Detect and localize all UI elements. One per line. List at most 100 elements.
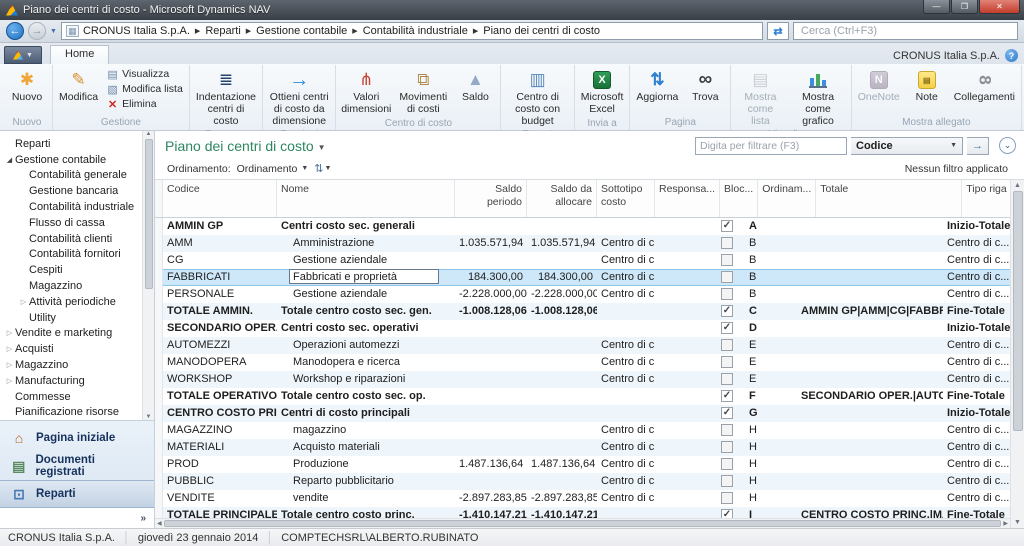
row-selector[interactable] [155,439,163,456]
sidebar-item-pianificazione-risorse[interactable]: Pianificazione risorse [0,405,140,420]
ribbon-button-microsoft-excel[interactable]: XMicrosoft Excel [578,66,627,118]
row-selector[interactable] [155,456,163,473]
scrollbar-thumb[interactable] [1013,191,1023,431]
row-selector[interactable] [155,388,163,405]
row-selector[interactable] [155,337,163,354]
sidebar-item-cespiti[interactable]: Cespiti [0,262,140,278]
ribbon-button-elimina[interactable]: ✕Elimina [103,97,186,111]
table-row-materiali[interactable]: MATERIALIAcquisto materialiCentro di c..… [155,439,1010,456]
sidebar-item-gestione-bancaria[interactable]: Gestione bancaria [0,183,140,199]
scroll-down-icon[interactable]: ▼ [1014,519,1021,526]
row-selector[interactable] [155,371,163,388]
blocked-checkbox[interactable]: ✓ [721,305,733,317]
sort-dropdown[interactable]: Ordinamento ▼ [237,163,309,175]
tree-collapsed-icon[interactable]: ▷ [18,298,29,306]
back-button[interactable]: ← [6,22,24,40]
page-title[interactable]: Piano dei centri di costo [165,138,314,154]
table-row-amm[interactable]: AMMAmministrazione1.035.571,941.035.571,… [155,235,1010,252]
maximize-button[interactable]: ❐ [951,0,978,14]
minimize-button[interactable]: — [923,0,950,14]
row-selector[interactable] [155,218,163,235]
column-header-sottotipo[interactable]: Sottotipo costo [597,180,655,217]
column-header-totale[interactable]: Totale [816,180,962,217]
table-row-totale-operativo[interactable]: TOTALE OPERATIVOTotale centro costo sec.… [155,388,1010,405]
sidebar-item-flusso-di-cassa[interactable]: Flusso di cassa [0,215,140,231]
blocked-checkbox[interactable] [721,475,733,487]
tree-scrollbar[interactable]: ▲ ▼ [142,131,154,420]
breadcrumb-item[interactable]: CRONUS Italia S.p.A. [83,25,190,37]
scrollbar-thumb[interactable] [164,520,1002,527]
table-row-automezzi[interactable]: AUTOMEZZIOperazioni automezziCentro di c… [155,337,1010,354]
blocked-checkbox[interactable]: ✓ [721,390,733,402]
sidebar-item-commesse[interactable]: Commesse [0,389,140,405]
sidebar-item-utility[interactable]: Utility [0,310,140,326]
blocked-checkbox[interactable] [721,288,733,300]
row-selector[interactable] [155,252,163,269]
tree-collapsed-icon[interactable]: ▷ [4,345,15,353]
blocked-checkbox[interactable] [721,441,733,453]
scroll-up-icon[interactable]: ▲ [1014,182,1021,189]
table-row-cg[interactable]: CGGestione aziendaleCentro di c...BCentr… [155,252,1010,269]
scroll-down-icon[interactable]: ▼ [146,414,152,420]
column-header-codice[interactable]: Codice [163,180,277,217]
scroll-left-icon[interactable]: ◀ [157,520,162,527]
blocked-checkbox[interactable] [721,254,733,266]
blocked-checkbox[interactable]: ✓ [721,509,733,518]
table-row-ammin-gp[interactable]: AMMIN GPCentri costo sec. generali✓AIniz… [155,218,1010,235]
blocked-checkbox[interactable] [721,237,733,249]
scroll-up-icon[interactable]: ▲ [146,131,152,137]
sidebar-item-attività-periodiche[interactable]: ▷Attività periodiche [0,294,140,310]
blocked-checkbox[interactable] [721,458,733,470]
search-input[interactable] [799,24,1012,38]
breadcrumb[interactable]: ▦ CRONUS Italia S.p.A.▶Reparti▶Gestione … [61,22,763,40]
ribbon-button-aggiorna[interactable]: ⇅Aggiorna [633,66,681,106]
nav-button-documenti-registrati[interactable]: ▤Documenti registrati [0,452,154,480]
row-selector[interactable] [155,235,163,252]
sidebar-item-vendite-e-marketing[interactable]: ▷Vendite e marketing [0,326,140,342]
breadcrumb-item[interactable]: Reparti [205,25,240,37]
sidebar-item-reparti[interactable]: Reparti [0,136,140,152]
sidebar-item-gestione-contabile[interactable]: ◢Gestione contabile [0,152,140,168]
sidebar-item-contabilità-clienti[interactable]: Contabilità clienti [0,231,140,247]
column-header-saldo_periodo[interactable]: Saldo periodo [455,180,527,217]
blocked-checkbox[interactable] [721,339,733,351]
nav-button-reparti[interactable]: ⊡Reparti [0,480,154,508]
column-header-ordinamento[interactable]: Ordinam... [758,180,816,217]
ribbon-button-mostra-come-grafico[interactable]: Mostra come grafico [788,66,847,129]
navigation-pane-options[interactable]: » [0,508,154,528]
horizontal-scrollbar[interactable]: ◀ ▶ [155,518,1010,528]
ribbon-button-movimenti-di-costi[interactable]: ⧉Movimenti di costi [395,66,451,118]
filter-field-dropdown[interactable]: Codice ▼ [851,137,963,155]
ribbon-button-modifica-lista[interactable]: ▧Modifica lista [103,82,186,96]
breadcrumb-item[interactable]: Piano dei centri di costo [483,25,600,37]
blocked-checkbox[interactable] [721,271,733,283]
ribbon-button-valori-dimensioni[interactable]: ⋔Valori dimensioni [339,66,393,118]
blocked-checkbox[interactable]: ✓ [721,407,733,419]
ribbon-button-saldo[interactable]: ▲Saldo [453,66,497,106]
row-selector[interactable] [155,473,163,490]
ribbon-button-collegamenti[interactable]: 8Collegamenti [951,66,1018,106]
ribbon-button-modifica[interactable]: ✎Modifica [56,66,101,106]
table-row-vendite[interactable]: VENDITEvendite-2.897.283,85-2.897.283,85… [155,490,1010,507]
close-button[interactable]: ✕ [979,0,1020,14]
table-row-totale-ammin-[interactable]: TOTALE AMMIN.Totale centro costo sec. ge… [155,303,1010,320]
table-row-centro-costo-princ-[interactable]: CENTRO COSTO PRINC.Centri di costo princ… [155,405,1010,422]
row-selector[interactable] [155,422,163,439]
sidebar-item-acquisti[interactable]: ▷Acquisti [0,341,140,357]
help-icon[interactable]: ? [1005,49,1018,62]
table-row-magazzino[interactable]: MAGAZZINOmagazzinoCentro di c...HCentro … [155,422,1010,439]
blocked-checkbox[interactable] [721,373,733,385]
ribbon-button-centro-di-costo-con-budget[interactable]: ▥Centro di costo con budget [504,66,570,129]
ribbon-button-nuovo[interactable]: ✱Nuovo [5,66,49,106]
sidebar-item-manufacturing[interactable]: ▷Manufacturing [0,373,140,389]
tree-collapsed-icon[interactable]: ▷ [4,377,15,385]
filter-input[interactable] [695,137,847,155]
nav-button-pagina-iniziale[interactable]: ⌂Pagina iniziale [0,424,154,452]
column-header-saldo_da_allocare[interactable]: Saldo da allocare [527,180,597,217]
nome-edit-box[interactable]: Fabbricati e proprietà [289,269,439,284]
row-selector[interactable] [155,405,163,422]
column-header-bloccato[interactable]: Bloc... [720,180,758,217]
table-row-secondario-oper-[interactable]: SECONDARIO OPER.Centri costo sec. operat… [155,320,1010,337]
sidebar-item-magazzino[interactable]: Magazzino [0,278,140,294]
breadcrumb-item[interactable]: Contabilità industriale [363,25,468,37]
